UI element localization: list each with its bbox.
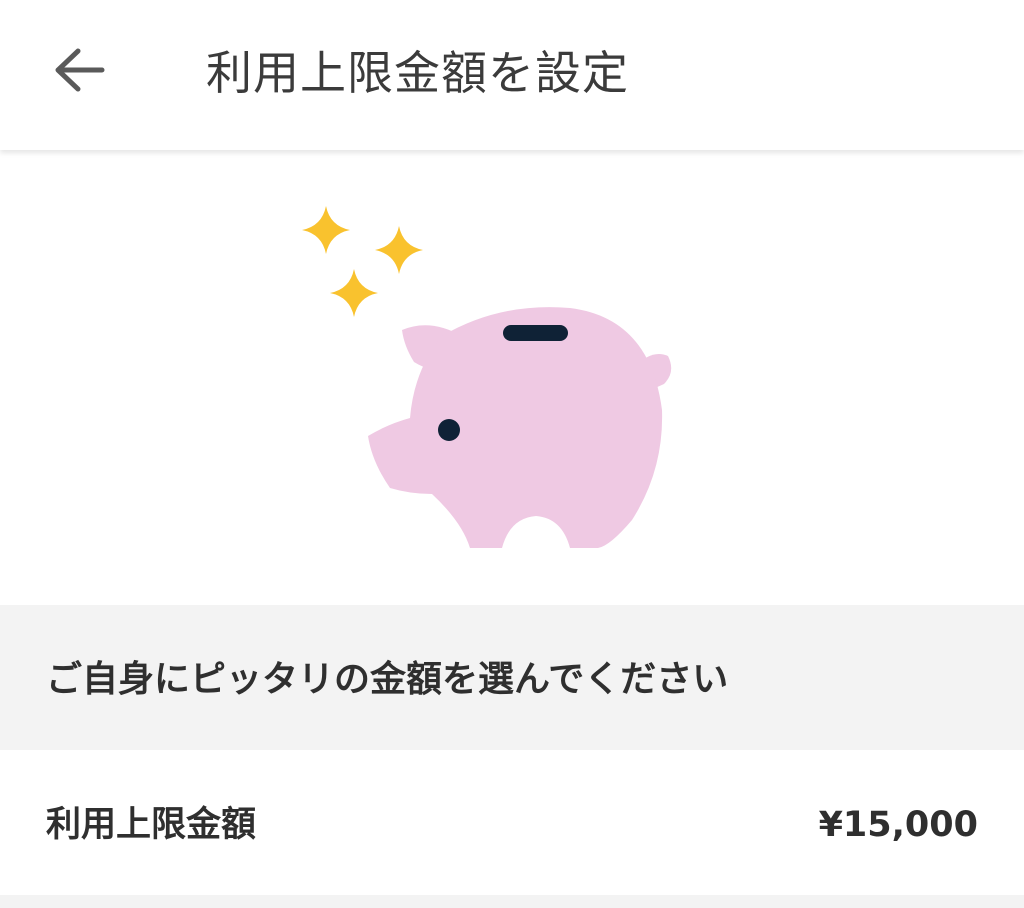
piggy-bank-illustration bbox=[0, 150, 1024, 605]
instruction-text: ご自身にピッタリの金額を選んでください bbox=[46, 659, 729, 700]
limit-amount-label: 利用上限金額 bbox=[46, 805, 257, 845]
limit-amount-row[interactable]: 利用上限金額 ¥15,000 bbox=[0, 750, 1024, 895]
section-header: ご自身にピッタリの金額を選んでください bbox=[0, 605, 1024, 750]
app-bar: 利用上限金額を設定 bbox=[0, 0, 1024, 150]
back-button[interactable] bbox=[40, 30, 120, 110]
sparkle-icon bbox=[375, 226, 423, 274]
sparkle-icon bbox=[330, 269, 378, 317]
coin-slot bbox=[503, 325, 568, 341]
limit-amount-value: ¥15,000 bbox=[818, 805, 978, 845]
piggy-bank-icon bbox=[368, 307, 672, 548]
page-title: 利用上限金額を設定 bbox=[206, 46, 629, 100]
bottom-divider bbox=[0, 895, 1024, 908]
sparkle-icon bbox=[302, 206, 350, 254]
arrow-left-icon bbox=[55, 48, 105, 92]
eye-icon bbox=[438, 419, 460, 441]
